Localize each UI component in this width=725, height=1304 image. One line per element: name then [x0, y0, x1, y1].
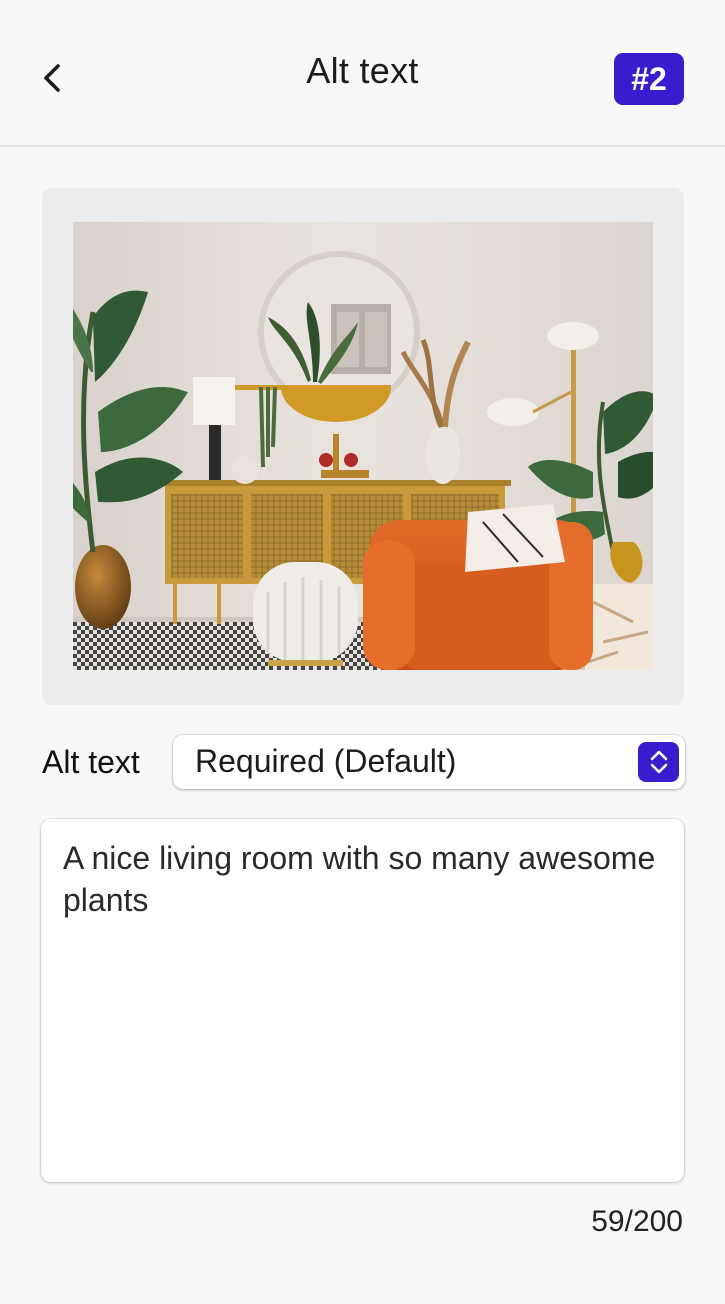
chevron-up-down-icon — [638, 742, 679, 782]
select-value: Required (Default) — [195, 743, 457, 779]
character-counter: 59/200 — [591, 1205, 683, 1238]
image-number-badge[interactable]: #2 — [614, 53, 684, 105]
top-bar: Alt text #2 — [0, 0, 725, 147]
alt-text-requirement-select[interactable]: Required (Default) — [173, 735, 685, 789]
living-room-photo — [73, 222, 653, 670]
image-preview-card — [42, 188, 684, 705]
alt-text-input[interactable]: A nice living room with so many awesome … — [41, 819, 684, 1182]
alt-text-label: Alt text — [42, 744, 140, 780]
